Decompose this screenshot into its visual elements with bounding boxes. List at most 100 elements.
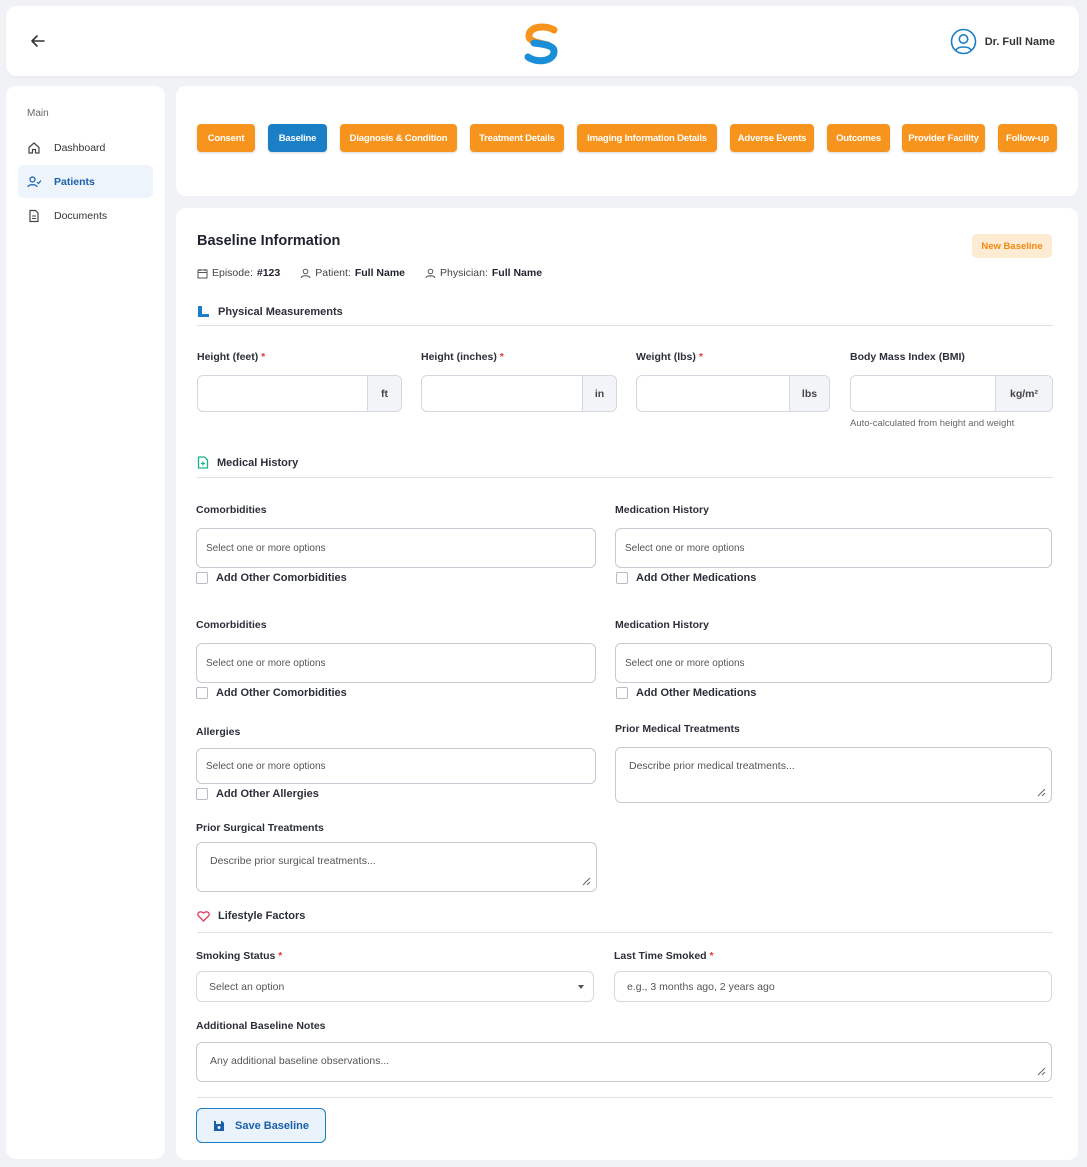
height-inches-input[interactable]: in (421, 375, 617, 412)
bmi-label: Body Mass Index (BMI) (850, 351, 965, 363)
unit-label: lbs (789, 376, 829, 411)
heart-icon (197, 911, 210, 922)
sidebar: Main Dashboard Patients Documents (6, 86, 165, 1159)
comorbidities-label-2: Comorbidities (196, 619, 267, 631)
chevron-down-icon (578, 985, 584, 989)
sidebar-section-label: Main (27, 108, 49, 119)
baseline-form-card: Baseline Information New Baseline Episod… (176, 208, 1078, 1160)
comorbidities-select-2[interactable]: Select one or more options (196, 643, 596, 683)
section-title: Lifestyle Factors (218, 910, 306, 922)
divider (197, 932, 1053, 933)
add-other-comorbidities-checkbox[interactable]: Add Other Comorbidities (196, 572, 347, 584)
section-title: Medical History (217, 456, 299, 469)
physician-label: Physician: (440, 267, 488, 279)
unit-label: in (582, 376, 616, 411)
weight-input[interactable]: lbs (636, 375, 830, 412)
last-time-smoked-input[interactable]: e.g., 3 months ago, 2 years ago (614, 971, 1052, 1002)
tab-adverse-events[interactable]: Adverse Events (730, 124, 814, 152)
step-tabs-card: Consent Baseline Diagnosis & Condition T… (176, 86, 1078, 196)
add-other-allergies-checkbox[interactable]: Add Other Allergies (196, 788, 319, 800)
add-other-comorbidities-checkbox-2[interactable]: Add Other Comorbidities (196, 687, 347, 699)
smoking-status-select[interactable]: Select an option (196, 971, 594, 1002)
tab-treatment-details[interactable]: Treatment Details (470, 124, 564, 152)
status-badge: New Baseline (972, 234, 1052, 258)
sidebar-item-label: Dashboard (54, 141, 106, 154)
doctor-icon (425, 268, 436, 278)
user-name: Dr. Full Name (984, 35, 1055, 48)
allergies-label: Allergies (196, 726, 241, 738)
medical-history-heading: Medical History (197, 456, 298, 469)
top-header: Dr. Full Name (6, 6, 1079, 76)
sidebar-item-patients[interactable]: Patients (18, 165, 153, 198)
app-logo (518, 21, 564, 67)
sidebar-item-dashboard[interactable]: Dashboard (18, 131, 153, 164)
resize-handle-icon[interactable] (1036, 787, 1046, 797)
page-title: Baseline Information (197, 233, 341, 249)
unit-label: kg/m² (995, 376, 1052, 411)
tab-imaging-information-details[interactable]: Imaging Information Details (577, 124, 717, 152)
sidebar-item-documents[interactable]: Documents (18, 199, 153, 232)
allergies-select[interactable]: Select one or more options (196, 748, 596, 784)
calendar-icon (197, 268, 208, 278)
divider (197, 477, 1053, 478)
prior-medical-treatments-label: Prior Medical Treatments (615, 723, 740, 735)
add-other-medications-checkbox-2[interactable]: Add Other Medications (616, 687, 756, 699)
user-avatar-icon (950, 28, 977, 55)
patient-label: Patient: (315, 267, 351, 279)
unit-label: ft (367, 376, 401, 411)
height-feet-label: Height (feet) * (197, 351, 266, 363)
physical-measurements-heading: Physical Measurements (197, 305, 343, 318)
tab-outcomes[interactable]: Outcomes (827, 124, 890, 152)
prior-surgical-treatments-textarea[interactable]: Describe prior surgical treatments... (196, 842, 597, 892)
patient-info: Patient: Full Name (300, 267, 405, 279)
additional-notes-textarea[interactable]: Any additional baseline observations... (196, 1042, 1052, 1082)
comorbidities-label: Comorbidities (196, 504, 267, 516)
height-inches-label: Height (inches) * (421, 351, 504, 363)
lifestyle-factors-heading: Lifestyle Factors (197, 910, 305, 922)
tab-diagnosis-condition[interactable]: Diagnosis & Condition (340, 124, 457, 152)
user-profile[interactable]: Dr. Full Name (950, 28, 1055, 55)
prior-surgical-treatments-label: Prior Surgical Treatments (196, 822, 324, 834)
medication-history-label: Medication History (615, 504, 709, 516)
divider (197, 325, 1053, 326)
medication-history-label-2: Medication History (615, 619, 709, 631)
section-title: Physical Measurements (218, 305, 343, 318)
document-icon (29, 209, 39, 222)
patient-value: Full Name (354, 267, 406, 279)
ruler-icon (198, 306, 209, 317)
height-feet-input[interactable]: ft (197, 375, 402, 412)
physician-info: Physician: Full Name (425, 267, 542, 279)
bmi-input[interactable]: kg/m² (850, 375, 1053, 412)
save-button-label: Save Baseline (235, 1119, 309, 1132)
episode-label: Episode: (212, 267, 253, 279)
bmi-hint: Auto-calculated from height and weight (850, 418, 1015, 429)
home-icon (28, 141, 40, 154)
additional-notes-label: Additional Baseline Notes (196, 1020, 326, 1032)
add-other-medications-checkbox[interactable]: Add Other Medications (616, 572, 756, 584)
comorbidities-select[interactable]: Select one or more options (196, 528, 596, 568)
medication-history-select[interactable]: Select one or more options (615, 528, 1052, 568)
users-icon (27, 175, 41, 187)
episode-info: Episode: #123 (197, 267, 280, 279)
physician-value: Full Name (491, 267, 543, 279)
sidebar-item-label: Documents (54, 209, 108, 222)
episode-value: #123 (256, 267, 281, 279)
tab-follow-up[interactable]: Follow-up (998, 124, 1057, 152)
save-icon (214, 1120, 224, 1131)
tab-provider-facility[interactable]: Provider Facility (902, 124, 985, 152)
episode-meta: Episode: #123 Patient: Full Name Physici… (197, 267, 542, 279)
tab-consent[interactable]: Consent (197, 124, 255, 152)
medication-history-select-2[interactable]: Select one or more options (615, 643, 1052, 683)
user-icon (300, 268, 311, 278)
prior-medical-treatments-textarea[interactable]: Describe prior medical treatments... (615, 747, 1052, 803)
resize-handle-icon[interactable] (581, 876, 591, 886)
weight-label: Weight (lbs) * (636, 351, 703, 363)
resize-handle-icon[interactable] (1036, 1066, 1046, 1076)
medical-file-icon (197, 456, 209, 469)
smoking-status-label: Smoking Status * (196, 950, 283, 962)
last-time-smoked-label: Last Time Smoked * (614, 950, 714, 962)
sidebar-item-label: Patients (54, 175, 95, 188)
tab-baseline[interactable]: Baseline (268, 124, 327, 152)
save-baseline-button[interactable]: Save Baseline (196, 1108, 326, 1143)
back-arrow-icon[interactable] (28, 31, 48, 51)
